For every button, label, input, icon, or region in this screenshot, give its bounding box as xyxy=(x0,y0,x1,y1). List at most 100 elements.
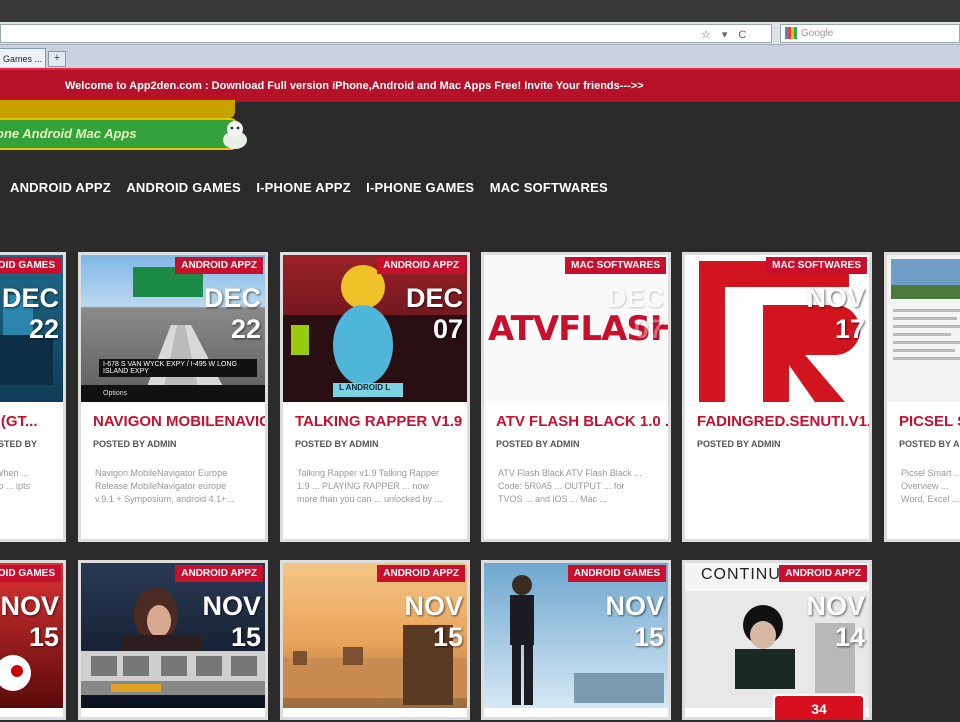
post-thumbnail[interactable]: ATVFLASH MAC SOFTWARES DEC 07 xyxy=(484,255,668,402)
post-author: POSTED BY xyxy=(0,439,38,449)
date-month: DEC xyxy=(203,283,261,313)
date-month: NOV xyxy=(404,591,463,621)
post-title[interactable]: NAVIGON MOBILENAVIGA... xyxy=(93,413,265,430)
date-day: 15 xyxy=(432,622,463,652)
post-card[interactable]: MAC SOFTWARES NOV 17 FADINGRED.SENUTI.V1.… xyxy=(682,252,872,542)
nav-iphone-games[interactable]: I-PHONE GAMES xyxy=(366,180,474,195)
post-card[interactable]: ATVFLASH MAC SOFTWARES DEC 07 ATV FLASH B… xyxy=(481,252,671,542)
category-badge[interactable]: ANDROID APPZ xyxy=(175,257,263,274)
post-card[interactable]: ANDROID APPZ NOV 15 xyxy=(78,560,268,720)
comment-count-badge[interactable]: 34 xyxy=(773,694,865,720)
post-title[interactable]: ATV FLASH BLACK 1.0 ... xyxy=(496,413,668,430)
post-date: NOV 15 xyxy=(404,593,463,651)
window-titlebar xyxy=(0,0,960,22)
nav-iphone-appz[interactable]: I-PHONE APPZ xyxy=(256,180,350,195)
date-day: 07 xyxy=(633,314,664,344)
post-card[interactable]: ANDROID GAMES NOV15 xyxy=(0,560,66,720)
post-thumbnail[interactable]: ANDROID GAMES NOV15 xyxy=(484,563,668,708)
post-excerpt: Talking Rapper v1.9 Talking Rapper 1.9 .… xyxy=(297,468,443,504)
post-title[interactable]: O (GT... xyxy=(0,413,38,430)
post-author: POSTED BY ADMIN xyxy=(496,439,580,449)
post-thumbnail[interactable]: ANDROID APPZ NOV 15 xyxy=(81,563,265,708)
date-month: DEC xyxy=(405,283,463,313)
date-day: 15 xyxy=(28,622,59,652)
post-thumbnail[interactable]: I-678 S VAN WYCK EXPY / I-495 W LONG ISL… xyxy=(81,255,265,402)
picsel-screenshot xyxy=(891,259,960,360)
category-badge[interactable]: ANDROID APPZ xyxy=(779,565,867,582)
post-card[interactable]: PICSEL SM... POSTED BY ADM Picsel Smart … xyxy=(884,252,960,542)
date-month: NOV xyxy=(605,591,664,621)
post-excerpt: Picsel Smart ... Overview ... Word, Exce… xyxy=(901,468,960,504)
date-day: 15 xyxy=(230,622,261,652)
date-month: DEC xyxy=(1,283,59,313)
category-badge[interactable]: ANDROID APPZ xyxy=(377,565,465,582)
date-month: DEC xyxy=(606,283,664,313)
address-bar-icons[interactable]: ☆ ▾ C xyxy=(701,28,750,41)
road-sign-text: I-678 S VAN WYCK EXPY / I-495 W LONG ISL… xyxy=(99,359,257,377)
post-date: DEC 07 xyxy=(607,285,664,343)
category-badge[interactable]: MAC SOFTWARES xyxy=(766,257,867,274)
post-card[interactable]: ANDROID GAMES DEC22 O (GT... POSTED BY .… xyxy=(0,252,66,542)
post-card[interactable]: I-678 S VAN WYCK EXPY / I-495 W LONG ISL… xyxy=(78,252,268,542)
post-date: NOV 17 xyxy=(806,285,865,343)
date-month: NOV xyxy=(806,283,865,313)
post-thumbnail[interactable] xyxy=(887,255,960,402)
category-badge[interactable]: ANDROID APPZ xyxy=(175,565,263,582)
date-month: NOV xyxy=(0,591,59,621)
post-card[interactable]: L ANDROID L ANDROID APPZ DEC 07 TALKING R… xyxy=(280,252,470,542)
tab-bar: Games ... + xyxy=(0,45,960,69)
logo-top-band xyxy=(0,100,235,118)
post-date: NOV 15 xyxy=(605,593,664,651)
post-date: DEC 22 xyxy=(2,285,59,343)
date-month: NOV xyxy=(806,591,865,621)
post-date: NOV 14 xyxy=(806,593,865,651)
post-title[interactable]: TALKING RAPPER V1.9 ... xyxy=(295,413,467,430)
category-badge[interactable]: ANDROID GAMES xyxy=(0,565,61,582)
post-thumbnail[interactable]: CONTINU ANDROID APPZ NOV 14 xyxy=(685,563,869,708)
new-tab-button[interactable]: + xyxy=(48,51,66,67)
post-thumbnail[interactable]: ANDROID GAMES DEC22 xyxy=(0,255,63,402)
search-box[interactable]: Google xyxy=(780,24,960,43)
post-author: POSTED BY ADMIN xyxy=(93,439,177,449)
post-card[interactable]: ANDROID GAMES NOV15 xyxy=(481,560,671,720)
logo-tagline: one Android Mac Apps xyxy=(0,118,237,150)
rapper-sign-text: L ANDROID L xyxy=(339,383,391,392)
post-excerpt: ... When ... Auto ... ipts xyxy=(0,468,31,491)
category-badge[interactable]: ANDROID GAMES xyxy=(0,257,61,274)
post-thumbnail[interactable]: MAC SOFTWARES NOV 17 xyxy=(685,255,869,402)
post-author: POSTED BY ADMIN xyxy=(295,439,379,449)
date-day: 14 xyxy=(834,622,865,652)
category-badge[interactable]: MAC SOFTWARES xyxy=(565,257,666,274)
category-badge[interactable]: ANDROID GAMES xyxy=(567,565,666,582)
nav-android-games[interactable]: ANDROID GAMES xyxy=(126,180,241,195)
category-nav: ANDROID APPZ ANDROID GAMES I-PHONE APPZ … xyxy=(10,179,619,199)
welcome-banner[interactable]: Welcome to App2den.com : Download Full v… xyxy=(0,68,960,102)
post-excerpt: ATV Flash Black ATV Flash Black ... Code… xyxy=(498,468,642,504)
options-button: Options xyxy=(103,390,128,397)
post-date: NOV 15 xyxy=(0,593,59,651)
post-thumbnail[interactable]: ANDROID APPZ NOV 15 xyxy=(283,563,467,708)
address-bar[interactable]: ☆ ▾ C xyxy=(0,24,772,43)
browser-tab[interactable]: Games ... xyxy=(0,48,46,69)
post-thumbnail[interactable]: L ANDROID L ANDROID APPZ DEC 07 xyxy=(283,255,467,402)
nav-mac-softwares[interactable]: MAC SOFTWARES xyxy=(490,180,608,195)
address-toolbar: ☆ ▾ C Google xyxy=(0,22,960,45)
post-date: NOV 15 xyxy=(202,593,261,651)
post-thumbnail[interactable]: ANDROID GAMES NOV15 xyxy=(0,563,63,708)
post-card[interactable]: ANDROID APPZ NOV 15 xyxy=(280,560,470,720)
date-month: NOV xyxy=(202,591,261,621)
date-day: 15 xyxy=(633,622,664,652)
date-day: 07 xyxy=(432,314,463,344)
post-date: DEC 07 xyxy=(406,285,463,343)
post-excerpt: Navigon MobileNavigator Europe Release M… xyxy=(95,468,234,504)
category-badge[interactable]: ANDROID APPZ xyxy=(377,257,465,274)
post-date: DEC 22 xyxy=(204,285,261,343)
post-author: POSTED BY ADM xyxy=(899,439,960,449)
droplet-mascot-icon xyxy=(223,121,247,149)
nav-android-appz[interactable]: ANDROID APPZ xyxy=(10,180,111,195)
site-logo[interactable]: one Android Mac Apps xyxy=(0,100,250,155)
post-title[interactable]: PICSEL SM... xyxy=(899,413,960,430)
post-title[interactable]: FADINGRED.SENUTI.V1... xyxy=(697,413,869,430)
date-day: 22 xyxy=(28,314,59,344)
date-day: 17 xyxy=(834,314,865,344)
